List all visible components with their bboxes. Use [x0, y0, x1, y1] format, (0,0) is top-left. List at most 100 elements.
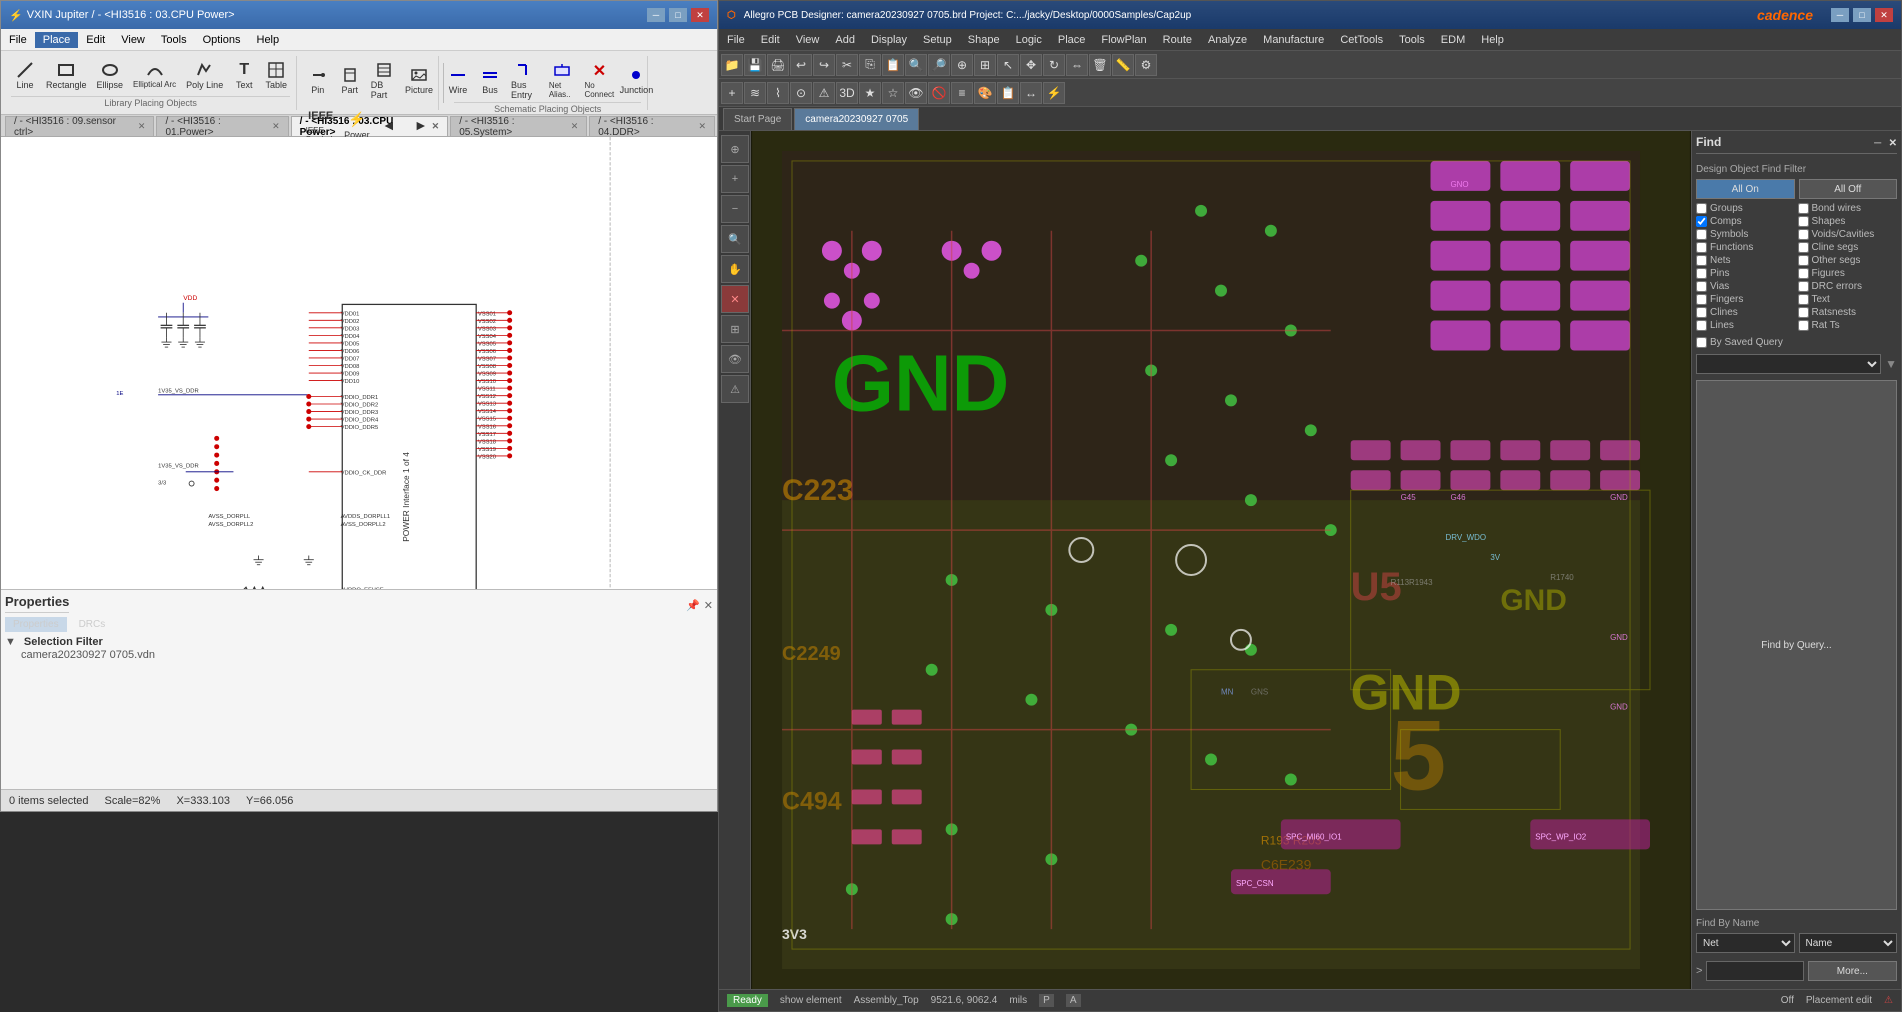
ratsnests-checkbox[interactable]: [1798, 307, 1809, 318]
right-highlight-btn[interactable]: ★: [859, 82, 881, 104]
name-filter-select[interactable]: Name: [1799, 933, 1898, 953]
right-add-comp-btn[interactable]: +: [721, 82, 743, 104]
figures-checkbox[interactable]: [1798, 268, 1809, 279]
db-part-tool[interactable]: DB Part: [368, 58, 400, 102]
right-rotate-btn[interactable]: ↻: [1043, 54, 1065, 76]
right-undo-btn[interactable]: ↩: [790, 54, 812, 76]
right-show-btn[interactable]: 👁: [905, 82, 927, 104]
drc-errors-checkbox[interactable]: [1798, 281, 1809, 292]
right-paste-btn[interactable]: 📋: [882, 54, 904, 76]
right-menu-analyze[interactable]: Analyze: [1200, 32, 1255, 48]
wire-tool[interactable]: Wire: [444, 63, 472, 97]
net-alias-tool[interactable]: Net Alias..: [546, 59, 578, 101]
right-ratsnest-btn[interactable]: ≋: [744, 82, 766, 104]
comps-checkbox[interactable]: [1696, 216, 1707, 227]
pcb-canvas[interactable]: GND GND GND 5 U5 C223 C2249 C494 R193 R2…: [751, 131, 1691, 989]
schematic-canvas[interactable]: POWER Interface 1 of 4 HI3516CRBCV300 VD…: [1, 137, 717, 589]
right-open-btn[interactable]: 📁: [721, 54, 743, 76]
right-move-btn[interactable]: ✥: [1020, 54, 1042, 76]
right-zoom-area-btn[interactable]: ⊞: [974, 54, 996, 76]
right-zoom-fit-btn[interactable]: ⊕: [951, 54, 973, 76]
right-close-button[interactable]: ✕: [1875, 8, 1893, 22]
tab-power01[interactable]: / - <HI3516 : 01.Power> ✕: [156, 116, 288, 136]
right-autoplace-btn[interactable]: ⚡: [1043, 82, 1065, 104]
right-3d-btn[interactable]: 3D: [836, 82, 858, 104]
right-color-btn[interactable]: 🎨: [974, 82, 996, 104]
right-save-btn[interactable]: 💾: [744, 54, 766, 76]
right-properties-btn[interactable]: ⚙: [1135, 54, 1157, 76]
sidebar-minus-btn[interactable]: −: [721, 195, 749, 223]
all-on-button[interactable]: All On: [1696, 179, 1795, 199]
right-menu-cettools[interactable]: CetTools: [1332, 32, 1391, 48]
find-by-query-button[interactable]: Find by Query...: [1696, 380, 1897, 910]
menu-place[interactable]: Place: [35, 32, 79, 48]
right-menu-help[interactable]: Help: [1473, 32, 1512, 48]
right-zoom-in-btn[interactable]: 🔍: [905, 54, 927, 76]
right-menu-tools[interactable]: Tools: [1391, 32, 1433, 48]
right-spread-btn[interactable]: ↔: [1020, 82, 1042, 104]
right-drc-btn[interactable]: ⚠: [813, 82, 835, 104]
right-menu-edit[interactable]: Edit: [753, 32, 788, 48]
sidebar-compass-btn[interactable]: ⊕: [721, 135, 749, 163]
other-segs-checkbox[interactable]: [1798, 255, 1809, 266]
name-search-input[interactable]: [1706, 961, 1803, 981]
properties-tab[interactable]: Properties: [5, 617, 67, 632]
menu-help[interactable]: Help: [249, 32, 288, 48]
menu-tools[interactable]: Tools: [153, 32, 195, 48]
voids-cavities-checkbox[interactable]: [1798, 229, 1809, 240]
name-type-select[interactable]: Net: [1696, 933, 1795, 953]
junction-tool[interactable]: Junction: [622, 63, 652, 97]
all-off-button[interactable]: All Off: [1799, 179, 1898, 199]
right-layer-btn[interactable]: ≡: [951, 82, 973, 104]
right-copy-btn[interactable]: ⎘: [859, 54, 881, 76]
right-menu-shape[interactable]: Shape: [960, 32, 1008, 48]
sidebar-x-btn[interactable]: ✕: [721, 285, 749, 313]
maximize-button[interactable]: □: [669, 8, 687, 22]
bus-tool[interactable]: Bus: [476, 63, 504, 97]
right-redo-btn[interactable]: ↪: [813, 54, 835, 76]
bond-wires-checkbox[interactable]: [1798, 203, 1809, 214]
right-select-btn[interactable]: ↖: [997, 54, 1019, 76]
tab-close-system[interactable]: ✕: [571, 121, 579, 132]
menu-options[interactable]: Options: [195, 32, 249, 48]
right-zoom-out-btn[interactable]: 🔎: [928, 54, 950, 76]
right-menu-route[interactable]: Route: [1155, 32, 1200, 48]
right-menu-file[interactable]: File: [719, 32, 753, 48]
pin-tool[interactable]: Pin: [304, 63, 332, 97]
bus-entry-tool[interactable]: Bus Entry: [508, 58, 542, 102]
more-button[interactable]: More...: [1808, 961, 1897, 981]
right-menu-display[interactable]: Display: [863, 32, 915, 48]
right-menu-add[interactable]: Add: [827, 32, 863, 48]
tab-system[interactable]: / - <HI3516 : 05.System> ✕: [450, 116, 587, 136]
tab-close-power01[interactable]: ✕: [272, 121, 280, 132]
nets-checkbox[interactable]: [1696, 255, 1707, 266]
right-ruler-btn[interactable]: 📏: [1112, 54, 1134, 76]
drcs-tab[interactable]: DRCs: [71, 617, 114, 632]
sidebar-zoom-btn[interactable]: 🔍: [721, 225, 749, 253]
right-menu-flowplan[interactable]: FlowPlan: [1093, 32, 1154, 48]
text-tool[interactable]: T Text: [230, 58, 258, 92]
tab-ddr[interactable]: / - <HI3516 : 04.DDR> ✕: [589, 116, 715, 136]
right-mirror-btn[interactable]: ⇔: [1066, 54, 1088, 76]
panel-close-icon[interactable]: ✕: [704, 599, 713, 612]
menu-edit[interactable]: Edit: [78, 32, 113, 48]
menu-file[interactable]: File: [1, 32, 35, 48]
nav-left-btn[interactable]: ◄: [375, 113, 403, 137]
panel-pin-icon[interactable]: 📌: [686, 599, 700, 612]
right-route-btn[interactable]: ⌇: [767, 82, 789, 104]
right-menu-logic[interactable]: Logic: [1008, 32, 1050, 48]
table-tool[interactable]: Table: [262, 58, 290, 92]
cline-segs-checkbox[interactable]: [1798, 242, 1809, 253]
rat-ts-checkbox[interactable]: [1798, 320, 1809, 331]
no-connect-tool[interactable]: ✕ No Connect: [581, 59, 617, 101]
right-menu-manufacture[interactable]: Manufacture: [1255, 32, 1332, 48]
right-cut-btn[interactable]: ✂: [836, 54, 858, 76]
text-checkbox[interactable]: [1798, 294, 1809, 305]
tab-close-ddr[interactable]: ✕: [698, 121, 706, 132]
nav-right-btn[interactable]: ►: [407, 113, 435, 137]
pins-checkbox[interactable]: [1696, 268, 1707, 279]
sidebar-visibility-btn[interactable]: 👁: [721, 345, 749, 373]
tab-close-sensor[interactable]: ✕: [138, 121, 146, 132]
functions-checkbox[interactable]: [1696, 242, 1707, 253]
right-tab-start[interactable]: Start Page: [723, 108, 792, 130]
